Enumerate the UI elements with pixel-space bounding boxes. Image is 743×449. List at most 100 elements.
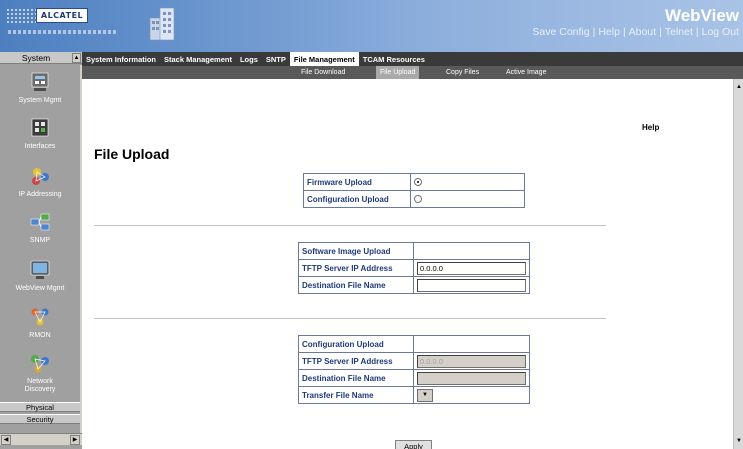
section-divider <box>94 318 606 319</box>
rmon-icon <box>31 308 49 326</box>
software-upload-table: Software Image Upload TFTP Server IP Add… <box>298 242 530 294</box>
sidebar-list: System Mgmt Interfaces IP Addressing SNM… <box>0 65 80 425</box>
sidebar: System ▲ System Mgmt Interfaces IP Addre… <box>0 52 82 449</box>
sidebar-item-rmon[interactable]: RMON <box>0 306 80 339</box>
tab-logs[interactable]: Logs <box>236 52 262 66</box>
link-separator: | <box>592 26 596 38</box>
network-discovery-icon <box>31 355 49 373</box>
product-title: WebView <box>664 6 739 25</box>
building-icon <box>149 7 175 41</box>
sidebar-item-ip-addressing[interactable]: IP Addressing <box>0 165 80 198</box>
sidebar-section-header[interactable]: System ▲ <box>0 52 82 64</box>
sidebar-item-label: System Mgmt <box>18 97 62 104</box>
tab-tcam-resources[interactable]: TCAM Resources <box>359 52 429 66</box>
scroll-left-arrow-icon[interactable]: ◀ <box>1 435 11 445</box>
configuration-upload-radio[interactable] <box>414 195 422 204</box>
link-separator: | <box>659 26 662 38</box>
sidebar-item-label: WebView Mgmt <box>15 285 65 292</box>
sidebar-tab-physical[interactable]: Physical <box>0 402 80 412</box>
table-row: Configuration Upload <box>303 190 525 208</box>
save-config-link[interactable]: Save Config <box>532 26 589 38</box>
table-row: TFTP Server IP Address 0.0.0.0 <box>298 352 530 370</box>
sub-tab-bar: File Download File Upload Copy Files Act… <box>82 66 743 79</box>
sidebar-item-system-mgmt[interactable]: System Mgmt <box>0 71 80 104</box>
webview-mgmt-icon <box>30 260 50 279</box>
content-scrollbar[interactable]: ▲ ▼ <box>733 79 743 449</box>
config-tftp-input[interactable]: 0.0.0.0 <box>417 354 526 368</box>
table-row: Firmware Upload <box>303 173 525 191</box>
tab-file-management[interactable]: File Management <box>289 52 359 66</box>
table-row: Destination File Name <box>298 276 530 294</box>
logout-link[interactable]: Log Out <box>702 26 739 38</box>
ip-addressing-icon <box>32 168 49 185</box>
subtab-copy-files[interactable]: Copy Files <box>442 66 483 79</box>
subtab-file-download[interactable]: File Download <box>297 66 349 79</box>
sidebar-item-snmp[interactable]: SNMP <box>0 211 80 244</box>
sidebar-section-label: System <box>21 52 51 63</box>
empty-cell <box>413 335 530 353</box>
software-image-upload-header: Software Image Upload <box>298 242 414 260</box>
interfaces-icon <box>31 118 49 137</box>
software-tftp-label: TFTP Server IP Address <box>298 259 414 277</box>
link-separator: | <box>695 26 699 38</box>
apply-button[interactable]: Apply <box>395 440 432 449</box>
transfer-file-name-label: Transfer File Name <box>298 386 414 404</box>
firmware-upload-cell <box>410 173 525 191</box>
tab-stack-management[interactable]: Stack Management <box>160 52 236 66</box>
software-dest-label: Destination File Name <box>298 276 414 294</box>
software-dest-cell <box>413 276 530 294</box>
telnet-link[interactable]: Telnet <box>665 26 693 38</box>
subtab-active-image[interactable]: Active Image <box>502 66 550 79</box>
section-divider <box>94 225 606 226</box>
software-tftp-input[interactable]: 0.0.0.0 <box>417 261 526 275</box>
configuration-upload-header: Configuration Upload <box>298 335 414 353</box>
scroll-right-arrow-icon[interactable]: ▶ <box>70 435 80 445</box>
logo-tagline <box>8 30 118 34</box>
transfer-file-name-select[interactable]: ▼ <box>417 388 433 402</box>
table-row: Transfer File Name ▼ <box>298 386 530 404</box>
transfer-file-name-cell: ▼ <box>413 386 530 404</box>
config-tftp-label: TFTP Server IP Address <box>298 352 414 370</box>
configuration-upload-cell <box>410 190 525 208</box>
configuration-upload-table: Configuration Upload TFTP Server IP Addr… <box>298 335 530 404</box>
chevron-down-icon: ▼ <box>422 391 428 398</box>
link-separator: | <box>622 26 626 38</box>
system-mgmt-icon <box>31 72 49 91</box>
about-link[interactable]: About <box>629 26 656 38</box>
snmp-icon <box>30 213 50 231</box>
sidebar-item-webview-mgmt[interactable]: WebView Mgmt <box>0 259 80 292</box>
configuration-upload-label: Configuration Upload <box>303 190 411 208</box>
sidebar-item-label: Network Discovery <box>24 378 56 393</box>
sidebar-item-label: Interfaces <box>24 143 56 150</box>
tab-system-information[interactable]: System Information <box>82 52 160 66</box>
scroll-up-arrow-icon[interactable]: ▲ <box>735 83 743 91</box>
main-tab-bar: System Information Stack Management Logs… <box>82 52 743 66</box>
software-dest-input[interactable] <box>417 278 526 292</box>
table-row: TFTP Server IP Address 0.0.0.0 <box>298 259 530 277</box>
sidebar-item-network-discovery[interactable]: Network Discovery <box>0 352 80 394</box>
header-links: Save Config | Help | About | Telnet | Log Out <box>532 26 739 38</box>
page-title: File Upload <box>94 146 170 162</box>
table-row: Configuration Upload <box>298 335 530 353</box>
upload-type-table: Firmware Upload Configuration Upload <box>303 173 525 208</box>
sidebar-item-label: RMON <box>29 332 51 339</box>
table-row: Software Image Upload <box>298 242 530 260</box>
app-header: ALCATEL WebView Save Config | Help | About | T… <box>0 0 743 52</box>
help-link[interactable]: Help <box>642 123 659 132</box>
main-content: Help File Upload Firmware Upload Configu… <box>82 79 733 449</box>
firmware-upload-radio[interactable] <box>414 178 422 187</box>
subtab-file-upload[interactable]: File Upload <box>376 66 420 79</box>
sidebar-item-interfaces[interactable]: Interfaces <box>0 117 80 150</box>
sidebar-tab-security[interactable]: Security <box>0 414 80 424</box>
sidebar-item-label: IP Addressing <box>18 191 62 198</box>
sidebar-horizontal-scrollbar[interactable]: ◀ ▶ <box>0 433 82 445</box>
config-tftp-cell: 0.0.0.0 <box>413 352 530 370</box>
scroll-down-arrow-icon[interactable]: ▼ <box>735 437 743 445</box>
config-dest-input[interactable] <box>417 371 526 385</box>
table-row: Destination File Name <box>298 369 530 387</box>
firmware-upload-label: Firmware Upload <box>303 173 411 191</box>
sidebar-item-label: SNMP <box>29 237 51 244</box>
scroll-up-arrow-icon[interactable]: ▲ <box>72 52 81 63</box>
tab-sntp[interactable]: SNTP <box>262 52 290 66</box>
help-link-header[interactable]: Help <box>598 26 620 38</box>
